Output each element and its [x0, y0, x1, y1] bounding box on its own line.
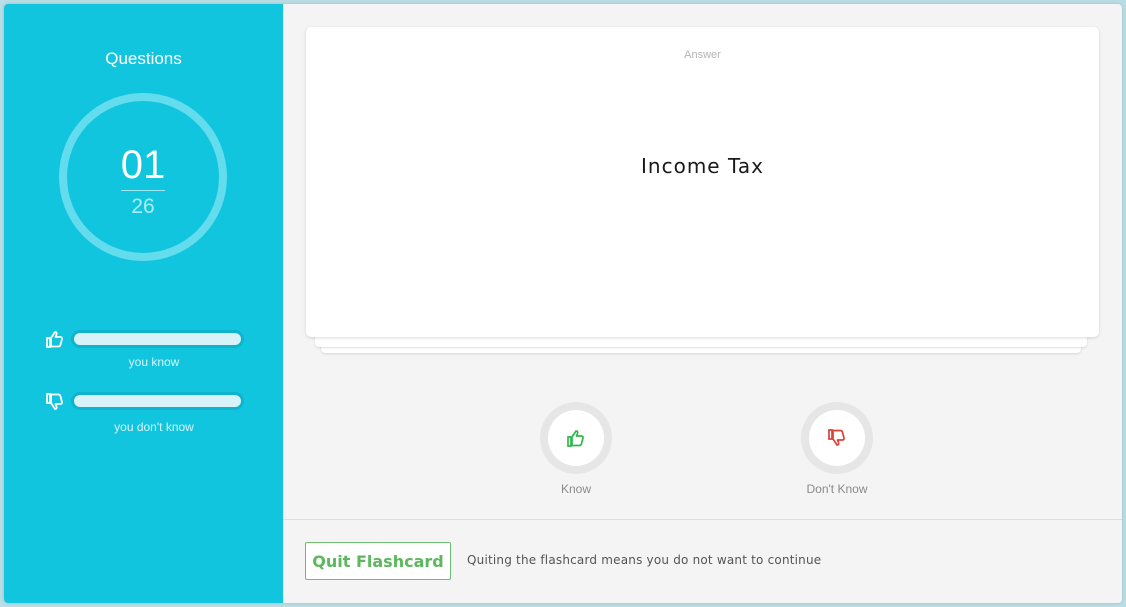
main-area: Answer Income Tax Know Don't Know Quit F…: [283, 4, 1122, 603]
dont-know-button-label: Don't Know: [806, 482, 868, 496]
dont-know-button[interactable]: [801, 402, 873, 474]
total-questions: 26: [131, 195, 155, 218]
flashcard[interactable]: Answer Income Tax: [306, 27, 1099, 337]
dont-know-label: you don't know: [114, 420, 194, 434]
quit-flashcard-button[interactable]: Quit Flashcard: [305, 542, 451, 580]
thumbs-up-icon: [45, 329, 65, 349]
flashcard-app: Questions 01 26 you know you don't know …: [4, 4, 1122, 603]
quit-note: Quiting the flashcard means you do not w…: [467, 553, 822, 567]
thumbs-down-icon: [45, 392, 65, 412]
thumbs-up-icon: [567, 430, 584, 447]
dont-know-action: Don't Know: [787, 402, 887, 496]
know-button-face: [548, 410, 604, 466]
know-button[interactable]: [540, 402, 612, 474]
footer: Quit Flashcard Quiting the flashcard mea…: [283, 519, 1122, 603]
know-button-label: Know: [560, 482, 592, 496]
know-label: you know: [128, 355, 180, 369]
progress-divider: [121, 190, 165, 191]
dont-know-button-face: [809, 410, 865, 466]
progress-ring: 01 26: [59, 93, 227, 261]
know-action: Know: [526, 402, 626, 496]
sidebar-title: Questions: [105, 49, 182, 68]
dont-know-progress-bar: [71, 392, 244, 410]
sidebar: Questions 01 26 you know you don't know: [4, 4, 283, 603]
card-answer-text: Income Tax: [641, 154, 764, 178]
card-side-label: Answer: [684, 49, 721, 61]
know-progress-bar: [71, 330, 244, 348]
thumbs-down-icon: [828, 429, 845, 446]
current-question-number: 01: [120, 143, 166, 187]
